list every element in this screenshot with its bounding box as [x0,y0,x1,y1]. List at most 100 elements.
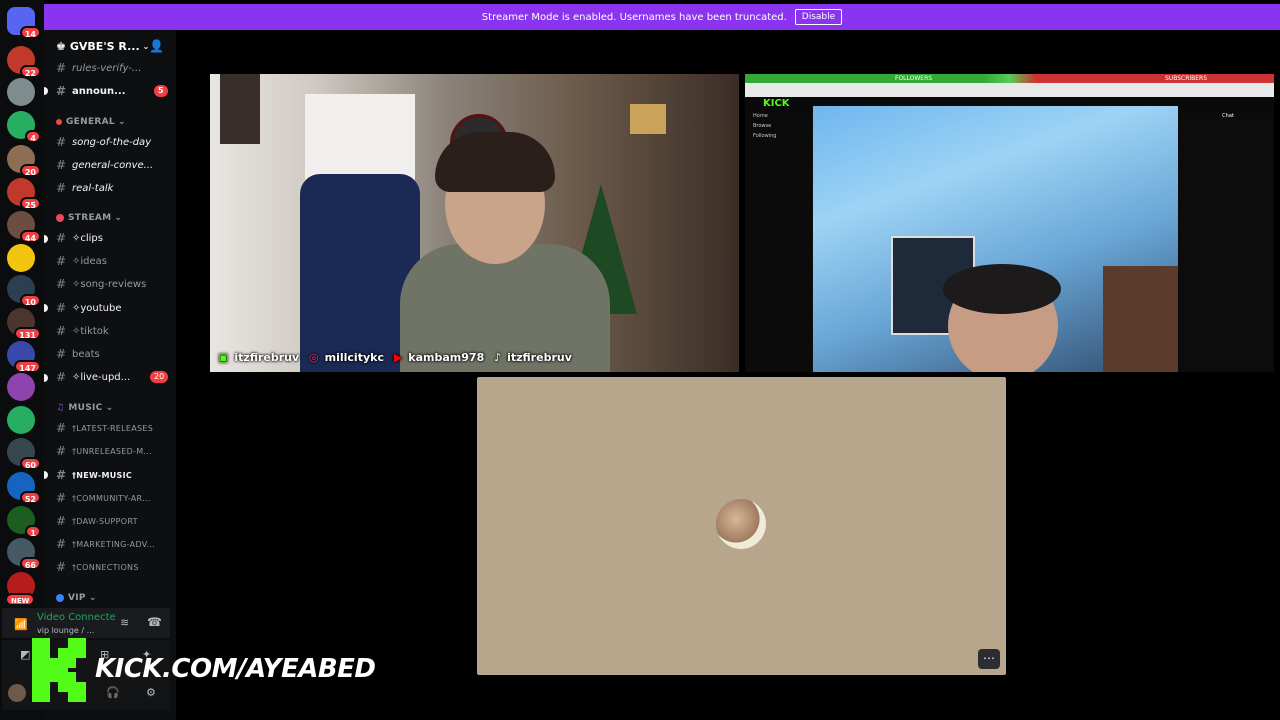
server-icon[interactable]: 60 [7,438,41,470]
streamer-headset [943,264,1061,314]
server-icon[interactable] [7,406,35,434]
notification-badge: 66 [19,557,41,570]
server-icon[interactable]: 66 [7,538,41,570]
channel-connections[interactable]: # †CONNECTIONS [56,557,139,577]
channel-label: ✧clips [72,232,103,244]
server-icon[interactable]: 20 [7,145,41,177]
unread-indicator [44,235,48,243]
server-icon[interactable]: 4 [7,111,41,143]
voice-status: Video Connecte [37,612,116,623]
avatar[interactable] [8,684,26,702]
channel-community-art[interactable]: # †COMMUNITY-AR... [56,488,151,508]
home-icon[interactable]: 14 [7,7,41,39]
category-label: VIP [68,593,86,603]
channel-label: †DAW-SUPPORT [72,516,138,526]
channel-label: †UNRELEASED-M... [72,446,152,456]
notification-badge: 131 [14,327,41,340]
video-tile-avatar[interactable]: ⋯ [477,377,1006,675]
server-icon[interactable]: 44 [7,211,41,243]
server-icon[interactable]: 131 [7,308,41,340]
disconnect-icon[interactable]: ☎ [147,615,162,629]
unread-indicator [44,87,48,95]
chevron-down-icon: ⌄ [117,117,126,127]
signal-icon: 📶 [14,618,28,631]
server-icon[interactable]: 25 [7,178,41,210]
server-icon[interactable] [7,373,35,401]
channel-label: †CONNECTIONS [72,562,139,572]
channel-label: ✧youtube [72,302,122,314]
server-icon[interactable]: NEW [5,572,36,606]
channel-ideas[interactable]: # ✧ideas [56,251,107,271]
channel-beats[interactable]: # beats [56,344,100,364]
camera-icon[interactable]: ◩ [20,648,30,661]
hash-icon: # [56,537,67,551]
server-icon[interactable] [7,78,35,106]
hash-icon: # [56,158,67,172]
channel-clips[interactable]: # ✧clips [56,228,103,248]
server-icon[interactable]: 10 [7,275,41,307]
channel-unreleased-music[interactable]: # †UNRELEASED-M... [56,441,152,461]
nav-browse: Browse [753,123,772,129]
channel-live-updates[interactable]: # ✧live-upd... 20 [56,367,169,387]
channel-marketing-advice[interactable]: # †MARKETING-ADV... [56,534,155,554]
category-label: STREAM [68,213,112,223]
hash-icon: # [56,444,67,458]
hash-icon: # [56,468,67,482]
channel-general-conversation[interactable]: # general-conve... [56,155,153,175]
channel-latest-releases[interactable]: # †LATEST-RELEASES [56,418,153,438]
video-tile-webcam[interactable]: ▣ itzfirebruv ◎ millcitykc ▶ kambam978 ♪ itz… [210,74,739,372]
channel-song-of-the-day[interactable]: # song-of-the-day [56,132,151,152]
voice-connection-panel: 📶 Video Connecte vip lounge / ... ≋ ☎ [2,608,170,638]
mention-badge: 5 [154,85,168,97]
channel-daw-support[interactable]: # †DAW-SUPPORT [56,511,138,531]
channel-youtube[interactable]: # ✧youtube [56,298,122,318]
kick-channel-url: KICK.COM/AYEABED [95,654,376,684]
video-tile-screenshare[interactable]: FOLLOWERS SUBSCRIBERS KICK Home Browse F… [745,74,1274,372]
notification-badge: 60 [19,457,41,470]
mention-badge: 20 [150,371,169,383]
category-stream[interactable]: STREAM ⌄ [56,213,122,223]
channel-label: ✧song-reviews [72,278,147,290]
settings-gear-icon[interactable]: ⚙ [146,686,156,699]
more-options-button[interactable]: ⋯ [978,649,1000,669]
hash-icon: # [56,370,67,384]
server-icon[interactable]: 147 [7,341,41,373]
server-icon[interactable]: 1 [7,506,41,538]
notification-badge: 147 [14,360,41,373]
add-member-icon[interactable]: 👤 [149,39,164,53]
headphones-icon[interactable]: 🎧 [106,686,120,699]
kick-sidebar: Home Browse Following [745,113,812,372]
tiktok-handle: itzfirebruv [507,351,572,364]
channel-label: general-conve... [72,159,154,171]
channel-rules[interactable]: # rules-verify-... [56,58,141,78]
category-general[interactable]: GENERAL ⌄ [56,117,126,127]
channel-real-talk[interactable]: # real-talk [56,178,113,198]
category-icon [56,594,64,602]
hash-icon: # [56,514,67,528]
server-icon[interactable] [7,244,35,272]
kick-site-logo: KICK [763,98,790,109]
hash-icon: # [56,301,67,315]
category-music[interactable]: ♫ MUSIC ⌄ [56,403,113,413]
category-icon [56,214,64,222]
browser-address-bar [745,83,1274,97]
server-icon[interactable]: 22 [7,46,41,78]
notification-badge: NEW [5,593,36,606]
voice-channel-name[interactable]: vip lounge / ... [37,626,94,635]
youtube-handle: kambam978 [408,351,485,364]
chat-header: Chat [1222,113,1234,119]
category-vip[interactable]: VIP ⌄ [56,593,97,603]
wall-poster [220,74,260,144]
channel-song-reviews[interactable]: # ✧song-reviews [56,274,146,294]
hash-icon: # [56,277,67,291]
channel-announcements[interactable]: # announ... 5 [56,81,168,101]
participant-avatar [716,499,766,549]
channel-new-music[interactable]: # †NEW-MUSIC [56,465,132,485]
youtube-icon: ▶ [393,351,403,364]
category-icon [56,119,62,125]
noise-suppression-icon[interactable]: ≋ [120,616,129,629]
server-icon[interactable]: 52 [7,472,41,504]
channel-tiktok[interactable]: # ✧tiktok [56,321,109,341]
disable-button[interactable]: Disable [794,9,843,25]
notification-badge: 22 [19,65,41,78]
